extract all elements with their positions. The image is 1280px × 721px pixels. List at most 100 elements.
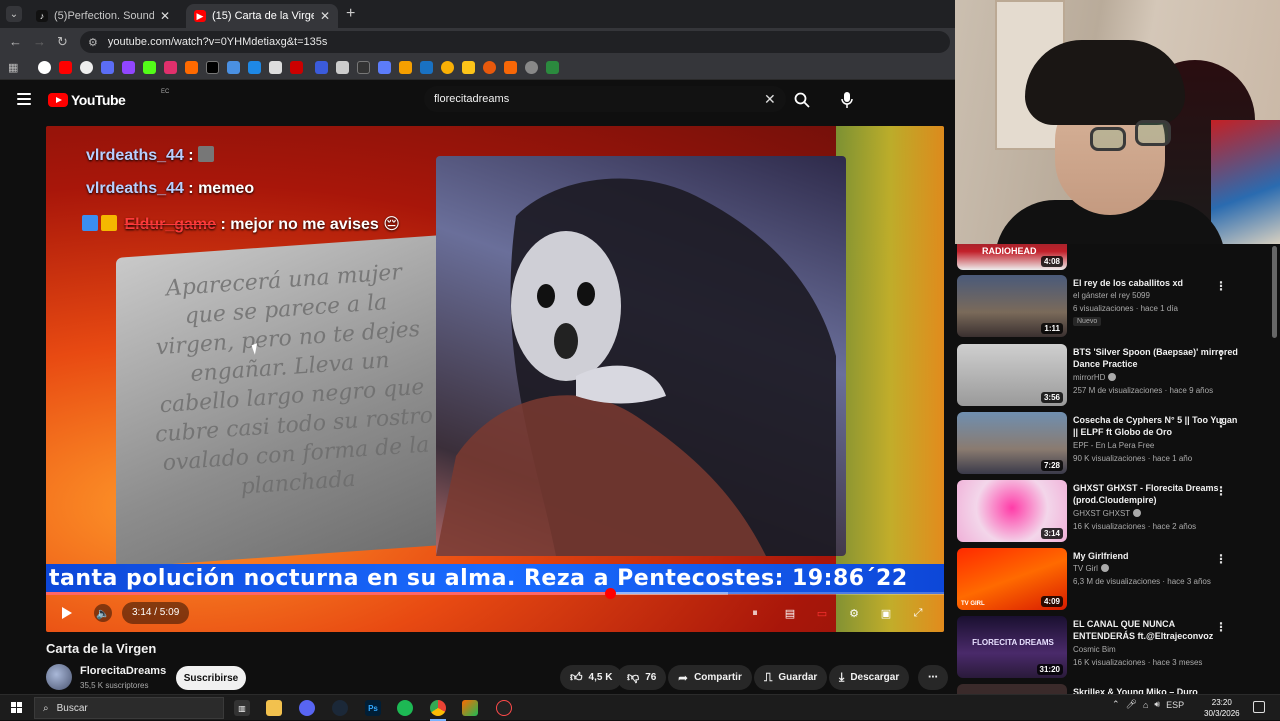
bookmark-icon[interactable] <box>227 61 240 74</box>
bookmark-icon[interactable] <box>290 61 303 74</box>
more-options-icon[interactable]: ⋮ <box>1215 348 1227 362</box>
forward-arrow-icon[interactable]: → <box>33 34 46 49</box>
cast-icon[interactable]: ▭ <box>813 604 831 622</box>
bookmark-icon[interactable] <box>504 61 517 74</box>
search-icon[interactable] <box>794 92 810 108</box>
video-player[interactable]: Aparecerá una mujer que se parece a la v… <box>46 126 944 632</box>
app-icon[interactable] <box>462 700 478 716</box>
channel-name[interactable]: FlorecitaDreams <box>80 665 166 677</box>
reload-icon[interactable]: ↻ <box>57 34 68 50</box>
settings-gear-icon[interactable]: ⚙ <box>845 604 863 622</box>
bookmark-icon[interactable] <box>546 61 559 74</box>
bookmark-icon[interactable] <box>101 61 114 74</box>
taskbar-clock[interactable]: 23:20 30/3/2026 <box>1204 697 1240 719</box>
windows-start-icon[interactable] <box>11 702 22 713</box>
new-tab-button[interactable]: + <box>346 5 355 23</box>
thumb-text: RADIOHEAD <box>982 246 1037 256</box>
apps-grid-icon[interactable]: ▦ <box>8 61 21 74</box>
bookmark-icon[interactable] <box>315 61 328 74</box>
youtube-logo[interactable]: YouTube EC <box>48 89 169 108</box>
save-button[interactable]: ⎍ Guardar <box>754 665 828 690</box>
tab-carta-de-la-virgen[interactable]: ▶ (15) Carta de la Virgen - YouTub ✕ <box>186 4 338 28</box>
youtube-bookmark-icon[interactable] <box>59 61 72 74</box>
bookmark-icon[interactable] <box>378 61 391 74</box>
menu-icon[interactable] <box>17 93 31 105</box>
tab-search-button[interactable]: ⌄ <box>6 6 22 22</box>
dislike-button[interactable]: 👎︎ 76 <box>617 665 667 690</box>
more-actions-button[interactable]: ⋯ <box>918 665 948 690</box>
clear-search-icon[interactable]: ✕ <box>764 91 776 108</box>
file-explorer-icon[interactable] <box>266 700 282 716</box>
site-info-icon[interactable]: ⚙ <box>88 36 98 49</box>
bookmark-icon[interactable] <box>525 61 538 74</box>
search-input[interactable]: florecitadreams <box>424 86 786 112</box>
rec-item[interactable]: TV GIRL 4:09 My Girlfriend TV Girl 6,3 M… <box>955 548 1265 612</box>
play-icon[interactable] <box>62 607 72 619</box>
chrome-icon[interactable] <box>430 700 446 716</box>
rec-item[interactable]: FLORECITA DREAMS 31:20 EL CANAL QUE NUNC… <box>955 616 1265 680</box>
bookmark-icon[interactable] <box>399 61 412 74</box>
google-bookmark-icon[interactable] <box>38 61 51 74</box>
video-title: Carta de la Virgen <box>46 641 157 656</box>
steam-icon[interactable] <box>332 700 348 716</box>
instagram-bookmark-icon[interactable] <box>164 61 177 74</box>
rec-item[interactable]: 1:11 El rey de los caballitos xd el gáns… <box>955 275 1265 339</box>
share-button[interactable]: ➦ Compartir <box>668 665 752 690</box>
url-field[interactable]: ⚙ youtube.com/watch?v=0YHMdetiaxg&t=135s <box>80 31 950 53</box>
subscribe-button[interactable]: Suscribirse <box>176 666 246 690</box>
rec-item[interactable]: 7:28 Cosecha de Cyphers N° 5 || Too Yuga… <box>955 412 1265 476</box>
kick-bookmark-icon[interactable] <box>143 61 156 74</box>
bookmark-icon[interactable] <box>248 61 261 74</box>
theater-mode-icon[interactable]: ▣ <box>877 604 895 622</box>
x-bookmark-icon[interactable] <box>206 61 219 74</box>
bookmark-icon[interactable] <box>441 61 454 74</box>
bookmark-icon[interactable] <box>269 61 282 74</box>
obs-icon[interactable] <box>496 700 512 716</box>
network-icon[interactable]: ⌂ <box>1143 700 1148 710</box>
bookmark-icon[interactable] <box>80 61 93 74</box>
photoshop-icon[interactable]: Ps <box>365 700 381 716</box>
taskbar-search-input[interactable]: ⌕ Buscar <box>34 697 224 719</box>
notifications-icon[interactable] <box>1253 701 1265 713</box>
close-tab-icon[interactable]: ✕ <box>160 9 170 23</box>
close-tab-icon[interactable]: ✕ <box>320 9 330 23</box>
channel-avatar[interactable] <box>46 664 72 690</box>
bookmark-icon[interactable] <box>483 61 496 74</box>
tray-chevron-icon[interactable]: ⌃ <box>1112 699 1120 710</box>
fullscreen-icon[interactable]: ⤢ <box>909 604 927 622</box>
bookmark-icon[interactable] <box>357 61 370 74</box>
discord-icon[interactable] <box>299 700 315 716</box>
sidebar-scrollbar[interactable] <box>1272 246 1277 338</box>
video-progress-bar[interactable] <box>46 588 944 599</box>
microphone-icon[interactable] <box>840 91 854 109</box>
like-button[interactable]: 👍︎ 4,5 K <box>560 665 623 690</box>
more-options-icon[interactable]: ⋮ <box>1215 620 1227 634</box>
bookmark-icon[interactable] <box>185 61 198 74</box>
bookmark-icon[interactable] <box>336 61 349 74</box>
more-options-icon[interactable]: ⋮ <box>1215 484 1227 498</box>
bookmark-icon[interactable] <box>420 61 433 74</box>
pause-autoplay-icon[interactable]: ⏸ <box>746 604 764 622</box>
more-options-icon[interactable]: ⋮ <box>1215 552 1227 566</box>
tab-perfection[interactable]: ♪ (5)Perfection. Sound:Look at M ✕ <box>28 4 178 28</box>
download-button[interactable]: ⤓ Descargar <box>829 665 910 690</box>
bookmark-icon[interactable] <box>462 61 475 74</box>
keyboard-language[interactable]: ESP <box>1166 700 1184 710</box>
ghost-illustration <box>436 178 836 556</box>
rec-item[interactable]: 3:14 GHXST GHXST - Florecita Dreams (pro… <box>955 480 1265 544</box>
more-options-icon[interactable]: ⋮ <box>1215 279 1227 293</box>
recommendations-list: RADIOHEAD 4:08 1:11 El rey de los caball… <box>955 244 1280 694</box>
more-options-icon[interactable]: ⋮ <box>1215 416 1227 430</box>
spotify-icon[interactable] <box>397 700 413 716</box>
subtitles-icon[interactable]: ▤ <box>781 604 799 622</box>
microphone-tray-icon[interactable]: 🎤︎ <box>1126 699 1137 710</box>
rec-item[interactable]: Skrillex & Young Miko – Duro <box>955 684 1265 694</box>
volume-icon[interactable]: 🔈 <box>94 604 112 622</box>
back-arrow-icon[interactable]: ← <box>9 34 22 49</box>
twitch-bookmark-icon[interactable] <box>122 61 135 74</box>
rec-title: El rey de los caballitos xd <box>1073 278 1184 288</box>
volume-tray-icon[interactable]: 🔊︎ <box>1154 699 1160 710</box>
task-view-icon[interactable]: ▥ <box>234 700 250 716</box>
rec-item[interactable]: RADIOHEAD 4:08 <box>955 244 1265 270</box>
rec-item[interactable]: 3:56 BTS 'Silver Spoon (Baepsae)' mirror… <box>955 344 1265 408</box>
